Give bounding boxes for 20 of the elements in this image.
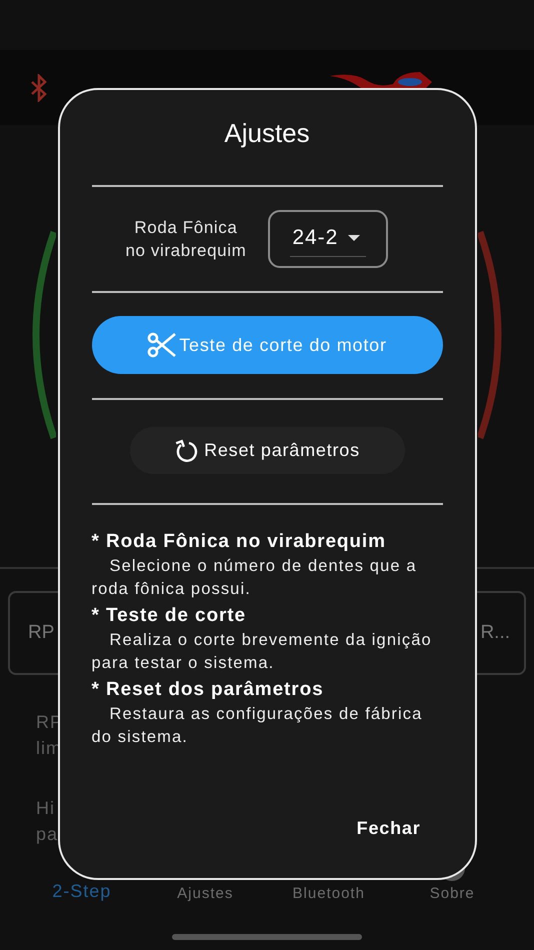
- help-text: Restaura as configurações de fábrica do sistema.: [92, 704, 424, 748]
- rpm-note: Hi pa: [36, 797, 58, 846]
- nav-tab[interactable]: Bluetooth: [292, 885, 365, 902]
- dialog-title: Ajustes: [224, 118, 310, 149]
- nav-tab[interactable]: Ajustes: [177, 885, 234, 902]
- help-text: Realiza o corte brevemente da ignição para testar o sistema.: [92, 630, 433, 674]
- help-heading: * Reset dos parâmetros: [92, 678, 325, 702]
- close-button[interactable]: Fechar: [350, 817, 426, 840]
- nav-tab[interactable]: 2-Step: [52, 881, 112, 902]
- dropdown-caret-icon: [348, 234, 360, 240]
- help-heading: * Roda Fônica no virabrequim: [92, 530, 387, 554]
- reset-button[interactable]: Reset parâmetros: [130, 427, 404, 474]
- teeth-dropdown[interactable]: 24-2: [268, 210, 388, 268]
- nav-tab[interactable]: Sobre: [430, 885, 475, 902]
- engine-cut-test-button[interactable]: Teste de corte do motor: [92, 316, 442, 374]
- scissors-icon: [147, 332, 178, 358]
- reset-icon: [174, 438, 198, 462]
- help-heading: * Teste de corte: [92, 604, 247, 628]
- help-text: Selecione o número de dentes que a roda fônica possui.: [92, 556, 418, 600]
- wheel-label: Roda Fônica no virabrequim: [126, 217, 246, 262]
